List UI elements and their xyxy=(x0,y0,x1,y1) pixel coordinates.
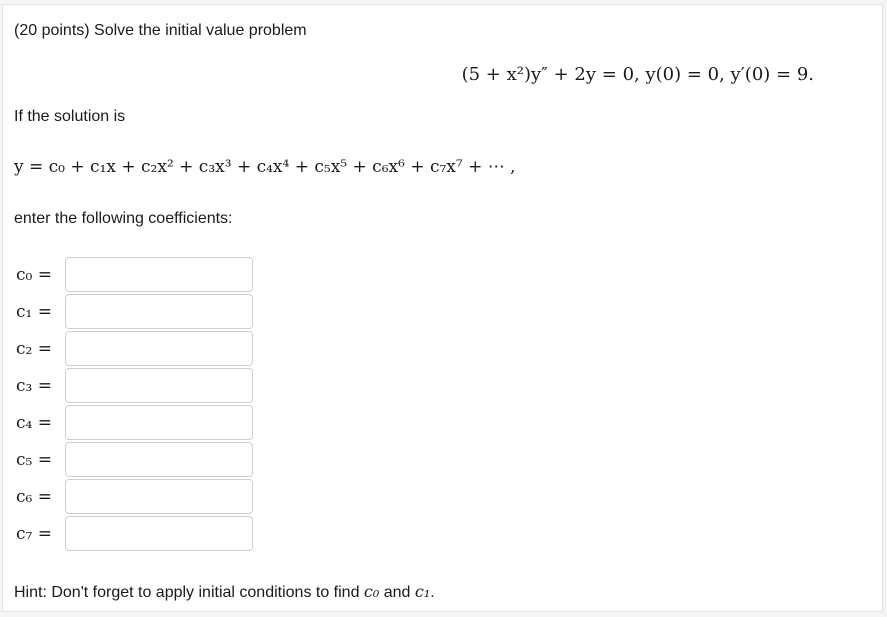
coefficient-label-c6: c₆ = xyxy=(16,487,52,507)
coefficient-label-c4: c₄ = xyxy=(16,413,52,433)
coefficient-label-c5: c₅ = xyxy=(16,450,52,470)
coefficient-input-c2[interactable] xyxy=(65,331,253,366)
solution-intro: If the solution is xyxy=(14,108,126,125)
coefficient-label-c7: c₇ = xyxy=(16,524,52,544)
series-expansion: y = c₀ + c₁x + c₂x² + c₃x³ + c₄x⁴ + c₅x⁵… xyxy=(14,157,516,177)
hint-var-c0: c₀ xyxy=(363,582,380,601)
coefficient-label-c2: c₂ = xyxy=(16,339,52,359)
coefficient-input-c3[interactable] xyxy=(65,368,253,403)
hint-period: . xyxy=(430,584,435,601)
coefficient-input-c6[interactable] xyxy=(65,479,253,514)
hint-text: Hint: Don't forget to apply initial cond… xyxy=(14,582,435,602)
hint-conjunction: and xyxy=(383,584,411,601)
hint-var-c1: c₁ xyxy=(414,582,431,601)
coefficient-input-c5[interactable] xyxy=(65,442,253,477)
problem-panel: (20 points) Solve the initial value prob… xyxy=(2,4,883,612)
problem-prompt: (20 points) Solve the initial value prob… xyxy=(14,22,307,39)
coefficient-input-c0[interactable] xyxy=(65,257,253,292)
differential-equation: (5 + x²)y″ + 2y = 0, y(0) = 0, y′(0) = 9… xyxy=(461,64,814,85)
hint-message: Hint: Don't forget to apply initial cond… xyxy=(14,584,360,601)
enter-instruction: enter the following coefficients: xyxy=(14,210,233,227)
coefficient-label-c1: c₁ = xyxy=(16,302,52,322)
coefficient-input-c1[interactable] xyxy=(65,294,253,329)
coefficient-label-c3: c₃ = xyxy=(16,376,52,396)
coefficient-input-c4[interactable] xyxy=(65,405,253,440)
coefficient-label-c0: c₀ = xyxy=(16,265,52,285)
coefficient-input-c7[interactable] xyxy=(65,516,253,551)
